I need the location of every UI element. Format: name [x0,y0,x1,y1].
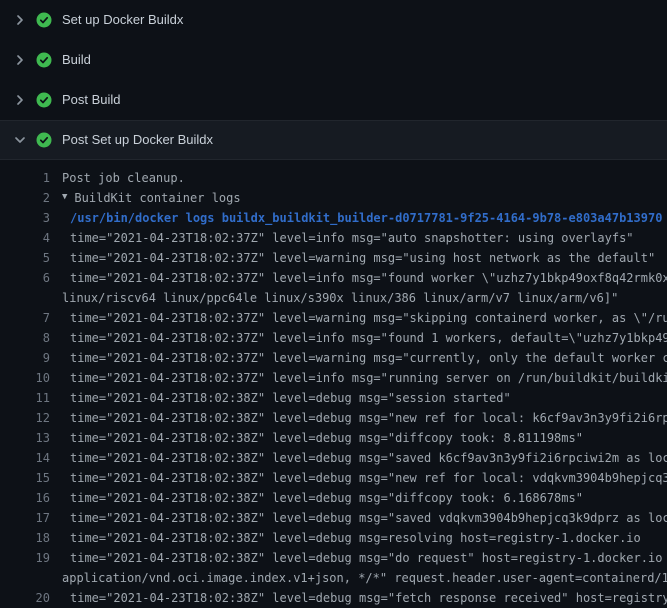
step-header-set-up-docker-buildx[interactable]: Set up Docker Buildx [0,0,667,40]
log-row: 14 time="2021-04-23T18:02:38Z" level=debu… [0,448,667,468]
step-header-post-set-up-docker-buildx[interactable]: Post Set up Docker Buildx [0,120,667,160]
log-row: 7 time="2021-04-23T18:02:37Z" level=warni… [0,308,667,328]
line-number[interactable]: 11 [0,388,50,408]
step-header-post-build[interactable]: Post Build [0,80,667,120]
log-row: application/vnd.oci.image.index.v1+json,… [0,568,667,588]
log-text: linux/riscv64 linux/ppc64le linux/s390x … [62,288,618,308]
log-text: time="2021-04-23T18:02:38Z" level=debug … [62,488,583,508]
log-text: time="2021-04-23T18:02:37Z" level=info m… [62,328,667,348]
line-number[interactable]: 17 [0,508,50,528]
log-row: 8 time="2021-04-23T18:02:37Z" level=info … [0,328,667,348]
log-row: 19 time="2021-04-23T18:02:38Z" level=debu… [0,548,667,568]
log-text: time="2021-04-23T18:02:37Z" level=info m… [62,268,667,288]
line-number[interactable]: 9 [0,348,50,368]
line-number[interactable]: 10 [0,368,50,388]
check-circle-icon [36,52,52,68]
line-number[interactable]: 12 [0,408,50,428]
log-row: 13 time="2021-04-23T18:02:38Z" level=debu… [0,428,667,448]
log-row: 9 time="2021-04-23T18:02:37Z" level=warni… [0,348,667,368]
chevron-right-icon [12,92,28,108]
line-number [0,568,50,588]
group-caret-icon[interactable]: ▼ [62,188,67,207]
line-number[interactable]: 2 [0,188,50,208]
log-text: application/vnd.oci.image.index.v1+json,… [62,568,667,588]
log-text: time="2021-04-23T18:02:37Z" level=warnin… [62,348,667,368]
log-group-row[interactable]: 2 ▼ BuildKit container logs [0,188,667,208]
log-row: 16 time="2021-04-23T18:02:38Z" level=debu… [0,488,667,508]
line-number[interactable]: 16 [0,488,50,508]
log-text: time="2021-04-23T18:02:37Z" level=info m… [62,368,667,388]
log-text: time="2021-04-23T18:02:38Z" level=debug … [62,468,667,488]
step-label: Build [62,52,91,68]
check-circle-icon [36,92,52,108]
log-row: 5 time="2021-04-23T18:02:37Z" level=warni… [0,248,667,268]
step-label: Post Build [62,92,121,108]
log-text: time="2021-04-23T18:02:37Z" level=warnin… [62,308,667,328]
log-text: time="2021-04-23T18:02:38Z" level=debug … [62,428,583,448]
log-text: time="2021-04-23T18:02:38Z" level=debug … [62,528,641,548]
line-number[interactable]: 4 [0,228,50,248]
log-text: BuildKit container logs [74,188,240,208]
step-label: Set up Docker Buildx [62,12,183,28]
log-text: time="2021-04-23T18:02:37Z" level=warnin… [62,248,655,268]
log-text: time="2021-04-23T18:02:38Z" level=debug … [62,588,667,608]
log-row: 12 time="2021-04-23T18:02:38Z" level=debu… [0,408,667,428]
step-label: Post Set up Docker Buildx [62,132,213,148]
log-row: 3/usr/bin/docker logs buildx_buildkit_bu… [0,208,667,228]
log-text: time="2021-04-23T18:02:38Z" level=debug … [62,408,667,428]
line-number[interactable]: 3 [0,208,50,228]
line-number[interactable]: 7 [0,308,50,328]
log-text: time="2021-04-23T18:02:38Z" level=debug … [62,448,667,468]
log-row: 6 time="2021-04-23T18:02:37Z" level=info … [0,268,667,288]
line-number[interactable]: 18 [0,528,50,548]
line-number[interactable]: 1 [0,168,50,188]
log-row: 11 time="2021-04-23T18:02:38Z" level=debu… [0,388,667,408]
line-number[interactable]: 20 [0,588,50,608]
line-number[interactable]: 19 [0,548,50,568]
log-row: 4 time="2021-04-23T18:02:37Z" level=info … [0,228,667,248]
chevron-right-icon [12,12,28,28]
log-text: time="2021-04-23T18:02:38Z" level=debug … [62,548,667,568]
check-circle-icon [36,132,52,148]
line-number[interactable]: 5 [0,248,50,268]
line-number[interactable]: 14 [0,448,50,468]
log-row: 20 time="2021-04-23T18:02:38Z" level=debu… [0,588,667,608]
log-row: 18 time="2021-04-23T18:02:38Z" level=debu… [0,528,667,548]
log-row: 10 time="2021-04-23T18:02:37Z" level=info… [0,368,667,388]
line-number[interactable]: 6 [0,268,50,288]
log-text: /usr/bin/docker logs buildx_buildkit_bui… [62,208,662,228]
steps-list: Set up Docker Buildx Build Post Build Post … [0,0,667,160]
step-header-build[interactable]: Build [0,40,667,80]
log-text: time="2021-04-23T18:02:38Z" level=debug … [62,508,667,528]
line-number[interactable]: 15 [0,468,50,488]
log-row: 17 time="2021-04-23T18:02:38Z" level=debu… [0,508,667,528]
line-number[interactable]: 13 [0,428,50,448]
log-row: 1 Post job cleanup. [0,168,667,188]
chevron-down-icon [12,132,28,148]
line-number[interactable]: 8 [0,328,50,348]
check-circle-icon [36,12,52,28]
log-text: Post job cleanup. [62,168,185,188]
log-row: 15 time="2021-04-23T18:02:38Z" level=debu… [0,468,667,488]
log-text: time="2021-04-23T18:02:38Z" level=debug … [62,388,511,408]
log-row: linux/riscv64 linux/ppc64le linux/s390x … [0,288,667,308]
log-area: 1 Post job cleanup. 2 ▼ BuildKit container l… [0,160,667,608]
line-number [0,288,50,308]
log-text: time="2021-04-23T18:02:37Z" level=info m… [62,228,634,248]
chevron-right-icon [12,52,28,68]
